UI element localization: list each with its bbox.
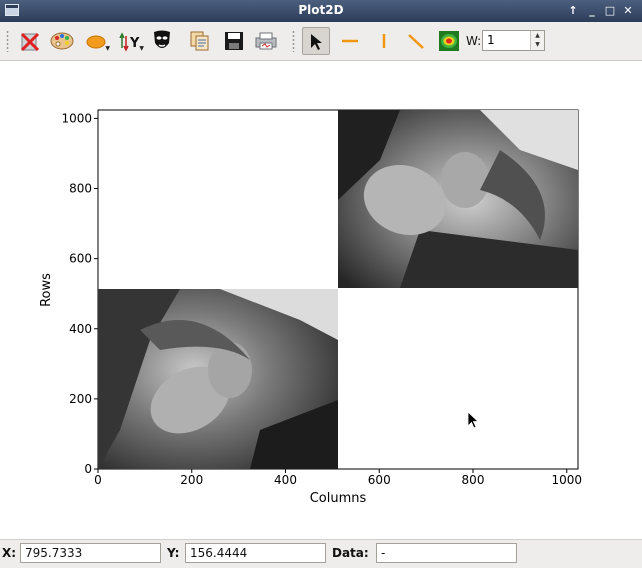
status-bar: X: 795.7333 Y: 156.4444 Data: -: [0, 539, 642, 568]
select-arrow-icon: [311, 34, 322, 50]
print-icon: [255, 32, 277, 50]
save-button[interactable]: [220, 27, 248, 55]
hline-icon: [342, 39, 358, 43]
dropdown-arrow-icon: ▼: [105, 45, 110, 52]
y-coordinate-field[interactable]: 156.4444: [185, 543, 326, 563]
maximize-button[interactable]: □: [602, 3, 618, 19]
colormap-icon: [50, 32, 74, 50]
save-icon: [225, 32, 243, 50]
x-coordinate-label: X:: [2, 546, 17, 560]
copy-button[interactable]: [186, 27, 214, 55]
x-tick-label: 0: [94, 473, 102, 487]
copy-icon: [190, 31, 209, 51]
clear-button[interactable]: [16, 27, 44, 55]
width-spinbox[interactable]: 1 ▲ ▼: [482, 30, 545, 51]
data-value-field[interactable]: -: [376, 543, 517, 563]
title-bar: Plot2D ↑ _ □ ✕: [0, 0, 642, 22]
y-tick-label: 200: [69, 392, 92, 406]
spin-up-icon[interactable]: ▲: [531, 31, 544, 40]
width-value: 1: [487, 33, 495, 47]
y-axis-button[interactable]: Y ▼: [116, 27, 144, 55]
x-axis-label: Columns: [310, 491, 367, 506]
keep-above-button[interactable]: ↑: [565, 3, 581, 19]
heatmap-icon: [439, 31, 459, 51]
toolbar-grip[interactable]: [292, 30, 295, 52]
y-axis-ticks: 0 200 400 600 800 1000: [61, 111, 98, 476]
hline-button[interactable]: [336, 27, 364, 55]
select-mode-button[interactable]: [302, 27, 330, 55]
clear-icon: [20, 32, 40, 52]
vline-icon: [382, 34, 386, 48]
line-button[interactable]: [402, 27, 430, 55]
heatmap-button[interactable]: [435, 27, 463, 55]
data-value-label: Data:: [332, 546, 369, 560]
x-axis-ticks: 0 200 400 600 800 1000: [94, 469, 582, 487]
y-tick-label: 0: [84, 462, 92, 476]
vline-button[interactable]: [370, 27, 398, 55]
y-tick-label: 800: [69, 182, 92, 196]
mask-button[interactable]: [148, 27, 176, 55]
minimize-button[interactable]: _: [584, 3, 600, 19]
plot-canvas[interactable]: 0 200 400 600 800 1000 0 200 400 600 800 1000 Colu…: [0, 61, 642, 539]
y-tick-label: 400: [69, 322, 92, 336]
mask-icon: [154, 30, 170, 48]
toolbar: ▼ Y ▼ W: 1 ▲ ▼: [0, 22, 642, 61]
x-tick-label: 400: [274, 473, 297, 487]
spin-arrows[interactable]: ▲ ▼: [530, 31, 544, 50]
y-tick-label: 600: [69, 252, 92, 266]
x-coordinate-field[interactable]: 795.7333: [20, 543, 161, 563]
spin-down-icon[interactable]: ▼: [531, 40, 544, 49]
y-tick-label: 1000: [61, 111, 92, 125]
image-tile-lower-left: [98, 289, 338, 469]
y-axis-label: Rows: [39, 273, 54, 307]
plot-area[interactable]: 0 200 400 600 800 1000 0 200 400 600 800 1000 Colu…: [0, 61, 642, 539]
curve-style-button[interactable]: ▼: [82, 27, 110, 55]
x-tick-label: 600: [368, 473, 391, 487]
x-tick-label: 200: [180, 473, 203, 487]
x-tick-label: 1000: [551, 473, 582, 487]
toolbar-grip[interactable]: [6, 30, 9, 52]
dropdown-arrow-icon: ▼: [139, 45, 144, 52]
window-title: Plot2D: [298, 3, 344, 17]
curve-style-icon: [86, 35, 106, 49]
print-button[interactable]: [252, 27, 280, 55]
y-coordinate-label: Y:: [167, 546, 180, 560]
image-tile-upper-right: [338, 110, 578, 288]
close-window-button[interactable]: ✕: [620, 3, 636, 19]
x-tick-label: 800: [462, 473, 485, 487]
width-label: W:: [466, 34, 482, 48]
y-axis-letter: Y: [129, 36, 140, 51]
colormap-button[interactable]: [48, 27, 76, 55]
line-icon: [408, 34, 424, 49]
